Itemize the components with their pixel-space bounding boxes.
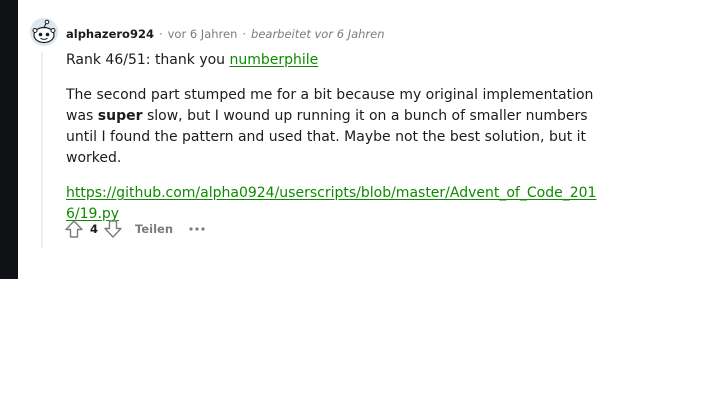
separator-dot: · <box>158 27 163 41</box>
comment-actions: 4 Teilen <box>64 218 207 240</box>
share-button[interactable]: Teilen <box>135 222 173 236</box>
snoo-avatar-icon <box>30 18 58 46</box>
vote-score: 4 <box>90 222 99 236</box>
rank-text: Rank 46/51: thank you <box>66 52 230 68</box>
arrow-down-icon <box>104 220 122 238</box>
comment-paragraph: Rank 46/51: thank you numberphile <box>66 50 606 71</box>
paragraph-text: slow, but I wound up running it on a bun… <box>66 108 588 166</box>
timestamp[interactable]: vor 6 Jahren <box>168 27 238 41</box>
arrow-up-icon <box>65 220 83 238</box>
thread-line[interactable] <box>41 52 43 248</box>
upvote-button[interactable] <box>64 219 84 239</box>
numberphile-link[interactable]: numberphile <box>230 52 319 68</box>
author-name[interactable]: alphazero924 <box>66 27 154 41</box>
comment-paragraph: The second part stumped me for a bit bec… <box>66 85 606 169</box>
edited-label: bearbeitet vor 6 Jahren <box>251 27 385 41</box>
downvote-button[interactable] <box>103 219 123 239</box>
avatar[interactable] <box>30 18 58 46</box>
bold-text: super <box>97 108 143 124</box>
more-options-button[interactable] <box>187 219 207 239</box>
comment-body: Rank 46/51: thank you numberphile The se… <box>66 50 606 225</box>
separator-dot: · <box>242 27 247 41</box>
github-link[interactable]: https://github.com/alpha0924/userscripts… <box>66 185 596 222</box>
ellipsis-icon <box>189 227 205 231</box>
comment: alphazero924 · vor 6 Jahren · bearbeitet… <box>18 0 707 279</box>
left-dark-strip <box>0 0 18 279</box>
comment-header: alphazero924 · vor 6 Jahren · bearbeitet… <box>66 26 385 42</box>
